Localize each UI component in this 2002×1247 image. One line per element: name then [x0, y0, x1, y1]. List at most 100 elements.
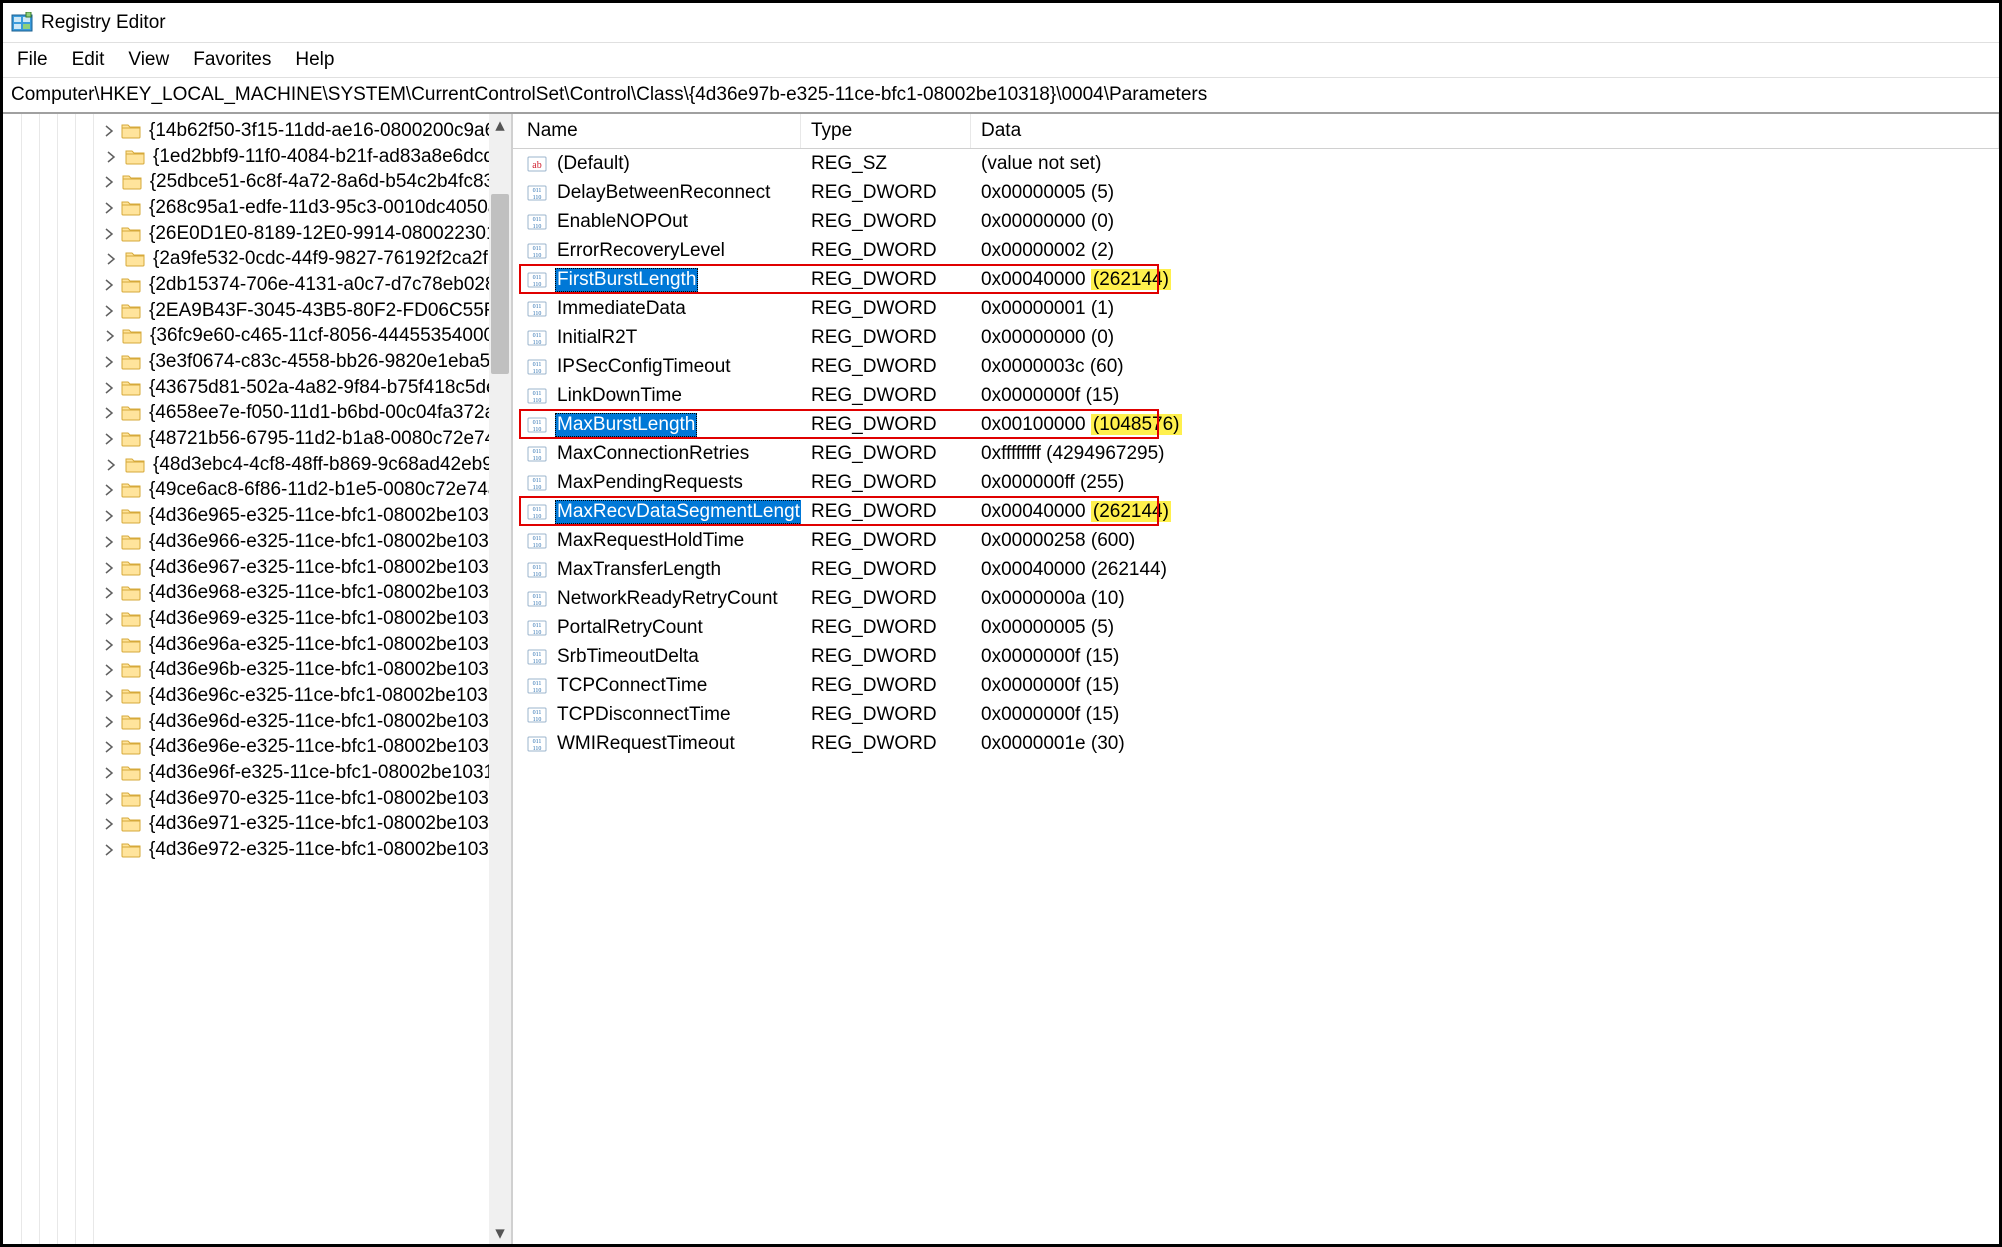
tree-item[interactable]: {2EA9B43F-3045-43B5-80F2-FD06C55FBB90} — [3, 298, 511, 324]
tree-item[interactable]: {26E0D1E0-8189-12E0-9914-080022301904} — [3, 221, 511, 247]
chevron-right-icon[interactable] — [103, 380, 115, 396]
tree-item[interactable]: {4d36e969-e325-11ce-bfc1-08002be10318} — [3, 606, 511, 632]
menu-edit[interactable]: Edit — [72, 49, 105, 71]
tree-item[interactable]: {4d36e96c-e325-11ce-bfc1-08002be10318} — [3, 683, 511, 709]
tree-item[interactable]: {4d36e96e-e325-11ce-bfc1-08002be10318} — [3, 735, 511, 761]
col-header-data[interactable]: Data — [971, 114, 1999, 148]
tree-item[interactable]: {4d36e972-e325-11ce-bfc1-08002be10318} — [3, 837, 511, 863]
value-row[interactable]: 011110NetworkReadyRetryCountREG_DWORD0x0… — [513, 584, 1999, 613]
tree-item[interactable]: {4d36e965-e325-11ce-bfc1-08002be10318} — [3, 503, 511, 529]
value-row[interactable]: 011110TCPDisconnectTimeREG_DWORD0x000000… — [513, 700, 1999, 729]
tree-pane[interactable]: {14b62f50-3f15-11dd-ae16-0800200c9a66}{1… — [3, 114, 513, 1244]
value-row[interactable]: 011110TCPConnectTimeREG_DWORD0x0000000f … — [513, 671, 1999, 700]
tree-item[interactable]: {3e3f0674-c83c-4558-bb26-9820e1eba5c5} — [3, 349, 511, 375]
chevron-right-icon[interactable] — [103, 405, 115, 421]
tree-item[interactable]: {4d36e96b-e325-11ce-bfc1-08002be10318} — [3, 657, 511, 683]
value-row[interactable]: 011110PortalRetryCountREG_DWORD0x0000000… — [513, 613, 1999, 642]
chevron-right-icon[interactable] — [103, 328, 116, 344]
tree-item[interactable]: {4d36e96f-e325-11ce-bfc1-08002be10318} — [3, 760, 511, 786]
chevron-right-icon[interactable] — [103, 508, 115, 524]
value-row[interactable]: 011110MaxConnectionRetriesREG_DWORD0xfff… — [513, 439, 1999, 468]
chevron-right-icon[interactable] — [103, 123, 115, 139]
chevron-right-icon[interactable] — [103, 560, 115, 576]
value-row[interactable]: 011110WMIRequestTimeoutREG_DWORD0x000000… — [513, 729, 1999, 758]
menu-file[interactable]: File — [17, 49, 48, 71]
value-data: 0x0000000f (15) — [971, 704, 1999, 726]
value-row[interactable]: 011110ErrorRecoveryLevelREG_DWORD0x00000… — [513, 236, 1999, 265]
chevron-right-icon[interactable] — [103, 791, 115, 807]
chevron-right-icon[interactable] — [103, 688, 115, 704]
value-row[interactable]: 011110MaxRequestHoldTimeREG_DWORD0x00000… — [513, 526, 1999, 555]
tree-item[interactable]: {4d36e971-e325-11ce-bfc1-08002be10318} — [3, 812, 511, 838]
values-pane[interactable]: Name Type Data ab(Default)REG_SZ(value n… — [513, 114, 1999, 1244]
tree-item[interactable]: {4658ee7e-f050-11d1-b6bd-00c04fa372a7} — [3, 401, 511, 427]
value-row[interactable]: 011110SrbTimeoutDeltaREG_DWORD0x0000000f… — [513, 642, 1999, 671]
chevron-right-icon[interactable] — [103, 816, 115, 832]
chevron-right-icon[interactable] — [103, 457, 119, 473]
value-row[interactable]: 011110InitialR2TREG_DWORD0x00000000 (0) — [513, 323, 1999, 352]
col-header-type[interactable]: Type — [801, 114, 971, 148]
chevron-right-icon[interactable] — [103, 200, 115, 216]
chevron-right-icon[interactable] — [103, 277, 115, 293]
chevron-right-icon[interactable] — [103, 251, 119, 267]
scroll-up-icon[interactable]: ▴ — [489, 114, 511, 136]
chevron-right-icon[interactable] — [103, 842, 115, 858]
value-row[interactable]: 011110IPSecConfigTimeoutREG_DWORD0x00000… — [513, 352, 1999, 381]
tree-item[interactable]: {36fc9e60-c465-11cf-8056-444553540000} — [3, 324, 511, 350]
value-row[interactable]: 011110LinkDownTimeREG_DWORD0x0000000f (1… — [513, 381, 1999, 410]
value-row[interactable]: 011110MaxPendingRequestsREG_DWORD0x00000… — [513, 468, 1999, 497]
address-bar[interactable]: Computer\HKEY_LOCAL_MACHINE\SYSTEM\Curre… — [3, 78, 1999, 114]
chevron-right-icon[interactable] — [103, 662, 115, 678]
tree-item-label: {48d3ebc4-4cf8-48ff-b869-9c68ad42eb9f} — [153, 454, 504, 476]
tree-item[interactable]: {4d36e968-e325-11ce-bfc1-08002be10318} — [3, 580, 511, 606]
tree-item[interactable]: {4d36e96a-e325-11ce-bfc1-08002be10318} — [3, 632, 511, 658]
chevron-right-icon[interactable] — [103, 431, 115, 447]
value-row[interactable]: 011110EnableNOPOutREG_DWORD0x00000000 (0… — [513, 207, 1999, 236]
chevron-right-icon[interactable] — [103, 765, 115, 781]
chevron-right-icon[interactable] — [103, 585, 115, 601]
folder-icon — [121, 405, 141, 421]
scroll-down-icon[interactable]: ▾ — [489, 1222, 511, 1244]
chevron-right-icon[interactable] — [103, 174, 116, 190]
tree-item[interactable]: {14b62f50-3f15-11dd-ae16-0800200c9a66} — [3, 118, 511, 144]
chevron-right-icon[interactable] — [103, 611, 115, 627]
tree-item[interactable]: {1ed2bbf9-11f0-4084-b21f-ad83a8e6dcdc} — [3, 144, 511, 170]
chevron-right-icon[interactable] — [103, 739, 115, 755]
svg-text:011: 011 — [533, 652, 542, 658]
value-row[interactable]: 011110MaxBurstLengthREG_DWORD0x00100000 … — [513, 410, 1999, 439]
chevron-right-icon[interactable] — [103, 637, 115, 653]
menu-favorites[interactable]: Favorites — [193, 49, 271, 71]
chevron-right-icon[interactable] — [103, 303, 115, 319]
tree-item[interactable]: {48721b56-6795-11d2-b1a8-0080c72e74a2} — [3, 426, 511, 452]
value-row[interactable]: 011110ImmediateDataREG_DWORD0x00000001 (… — [513, 294, 1999, 323]
tree-item[interactable]: {2db15374-706e-4131-a0c7-d7c78eb0289a} — [3, 272, 511, 298]
value-type: REG_DWORD — [801, 617, 971, 639]
menu-help[interactable]: Help — [295, 49, 334, 71]
scroll-thumb[interactable] — [491, 194, 509, 374]
tree-scrollbar[interactable]: ▴ ▾ — [489, 114, 511, 1244]
tree-item[interactable]: {2a9fe532-0cdc-44f9-9827-76192f2ca2fb} — [3, 246, 511, 272]
value-row[interactable]: ab(Default)REG_SZ(value not set) — [513, 149, 1999, 178]
tree-item[interactable]: {268c95a1-edfe-11d3-95c3-0010dc4050a5} — [3, 195, 511, 221]
col-header-name[interactable]: Name — [513, 114, 801, 148]
tree-item[interactable]: {4d36e970-e325-11ce-bfc1-08002be10318} — [3, 786, 511, 812]
value-data: 0x00000000 (0) — [971, 327, 1999, 349]
tree-item[interactable]: {4d36e96d-e325-11ce-bfc1-08002be10318} — [3, 709, 511, 735]
chevron-right-icon[interactable] — [103, 354, 115, 370]
tree-item[interactable]: {25dbce51-6c8f-4a72-8a6d-b54c2b4fc835} — [3, 169, 511, 195]
value-row[interactable]: 011110MaxRecvDataSegmentLengthREG_DWORD0… — [513, 497, 1999, 526]
value-row[interactable]: 011110DelayBetweenReconnectREG_DWORD0x00… — [513, 178, 1999, 207]
chevron-right-icon[interactable] — [103, 226, 115, 242]
tree-item[interactable]: {4d36e967-e325-11ce-bfc1-08002be10318} — [3, 555, 511, 581]
menu-view[interactable]: View — [128, 49, 169, 71]
value-row[interactable]: 011110MaxTransferLengthREG_DWORD0x000400… — [513, 555, 1999, 584]
tree-item[interactable]: {43675d81-502a-4a82-9f84-b75f418c5dea} — [3, 375, 511, 401]
chevron-right-icon[interactable] — [103, 149, 119, 165]
chevron-right-icon[interactable] — [103, 482, 115, 498]
tree-item[interactable]: {49ce6ac8-6f86-11d2-b1e5-0080c72e74a2} — [3, 478, 511, 504]
chevron-right-icon[interactable] — [103, 714, 115, 730]
value-row[interactable]: 011110FirstBurstLengthREG_DWORD0x0004000… — [513, 265, 1999, 294]
tree-item[interactable]: {48d3ebc4-4cf8-48ff-b869-9c68ad42eb9f} — [3, 452, 511, 478]
tree-item[interactable]: {4d36e966-e325-11ce-bfc1-08002be10318} — [3, 529, 511, 555]
chevron-right-icon[interactable] — [103, 534, 115, 550]
